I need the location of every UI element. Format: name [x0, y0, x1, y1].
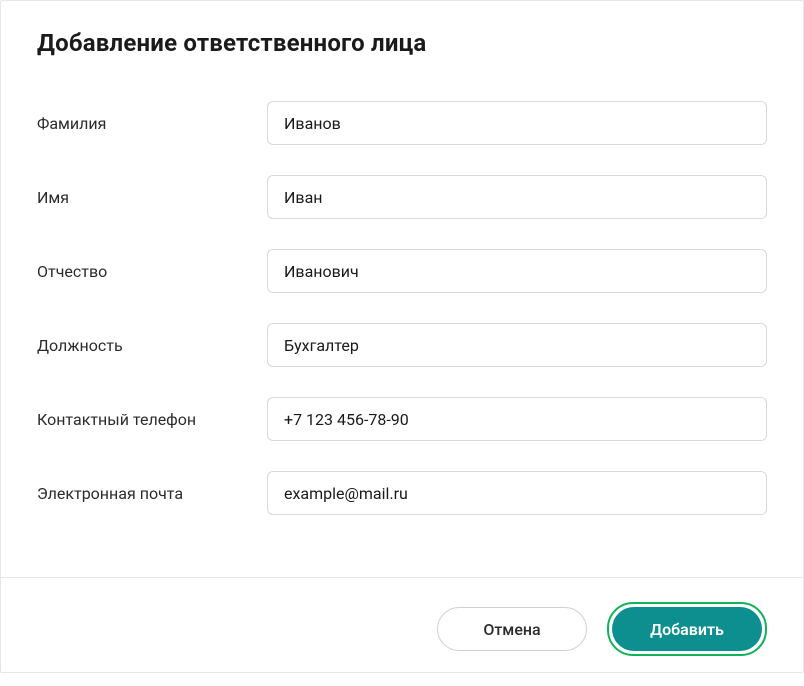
form-row-phone: Контактный телефон — [37, 397, 767, 441]
position-label: Должность — [37, 336, 267, 355]
dialog-title: Добавление ответственного лица — [37, 29, 767, 57]
form-row-email: Электронная почта — [37, 471, 767, 515]
submit-button[interactable]: Добавить — [612, 607, 762, 651]
add-responsible-person-dialog: Добавление ответственного лица Фамилия И… — [0, 0, 804, 673]
name-label: Имя — [37, 188, 267, 207]
form-row-surname: Фамилия — [37, 101, 767, 145]
phone-input[interactable] — [267, 397, 767, 441]
cancel-button[interactable]: Отмена — [437, 607, 587, 651]
name-input[interactable] — [267, 175, 767, 219]
dialog-footer: Отмена Добавить — [1, 577, 803, 686]
position-input[interactable] — [267, 323, 767, 367]
surname-label: Фамилия — [37, 114, 267, 133]
email-label: Электронная почта — [37, 484, 267, 503]
phone-label: Контактный телефон — [37, 410, 267, 429]
surname-input[interactable] — [267, 101, 767, 145]
form-row-position: Должность — [37, 323, 767, 367]
dialog-body: Добавление ответственного лица Фамилия И… — [1, 1, 803, 577]
form-row-patronymic: Отчество — [37, 249, 767, 293]
email-input[interactable] — [267, 471, 767, 515]
submit-button-highlight: Добавить — [607, 602, 767, 656]
patronymic-label: Отчество — [37, 262, 267, 281]
form-row-name: Имя — [37, 175, 767, 219]
patronymic-input[interactable] — [267, 249, 767, 293]
